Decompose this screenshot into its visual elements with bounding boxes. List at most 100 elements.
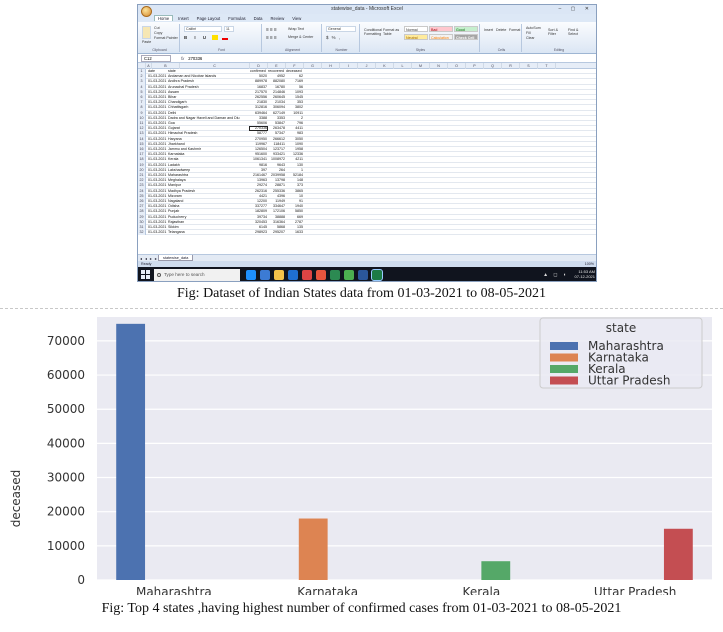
styles-group: Conditional Formatting Format as Table N…: [362, 24, 480, 52]
table-cell[interactable]: 298923: [250, 230, 267, 235]
media-icon[interactable]: [302, 270, 312, 280]
tab-review[interactable]: Review: [268, 16, 288, 21]
autosum-button[interactable]: AutoSum: [526, 26, 541, 30]
legend-swatch: [550, 365, 578, 373]
tray-icons[interactable]: ▲ ◻ ◖: [543, 272, 568, 278]
format-as-table-button[interactable]: Format as Table: [383, 28, 401, 36]
legend: state MaharashtraKarnatakaKeralaUttar Pr…: [539, 317, 703, 389]
editing-group: AutoSum Fill Clear Sort & Filter Find & …: [524, 24, 594, 52]
style-bad[interactable]: Bad: [429, 26, 453, 32]
font-name-select[interactable]: Calibri: [184, 26, 222, 32]
taskbar-clock[interactable]: 11:53 AM 07-12-2021: [575, 269, 595, 279]
alignment-group: ≡≡≡ ≡≡≡ Wrap Text Merge & Center Alignme…: [264, 24, 322, 52]
formula-input[interactable]: 270336: [188, 56, 202, 61]
paste-icon[interactable]: [142, 26, 151, 39]
y-tick-label: 20000: [47, 505, 85, 519]
find-select-button[interactable]: Find & Select: [568, 28, 586, 36]
bar-uttar-pradesh: [663, 528, 693, 580]
file-explorer-icon[interactable]: [274, 270, 284, 280]
search-icon: [157, 273, 161, 277]
windows-taskbar: Type here to search ▲ ◻ ◖ 11:53 AM 07-12…: [138, 267, 596, 281]
style-neutral[interactable]: Neutral: [404, 34, 428, 40]
edge-icon[interactable]: [260, 270, 270, 280]
task-view-icon[interactable]: [246, 270, 256, 280]
insert-cells-button[interactable]: Insert: [484, 28, 493, 32]
worksheet-grid[interactable]: ABCDEFGHIJKLMNOPQRST 1 date state confirmed…: [138, 63, 596, 254]
y-tick-label: 70000: [47, 334, 85, 348]
alignment-label: Alignment: [284, 48, 301, 52]
y-tick-label: 10000: [47, 539, 85, 553]
name-box[interactable]: C12: [141, 54, 171, 62]
ribbon-tabs: Home Insert Page Layout Formulas Data Re…: [138, 14, 596, 22]
sort-filter-button[interactable]: Sort & Filter: [548, 28, 566, 36]
sheet-tabs-bar: ◂ ◂ ▸ ▸ statewise_data: [138, 254, 596, 261]
status-text: Ready: [141, 262, 152, 266]
tab-insert[interactable]: Insert: [175, 16, 191, 21]
wrap-text-button[interactable]: Wrap Text: [288, 27, 304, 31]
clear-button[interactable]: Clear: [526, 36, 535, 40]
tab-home[interactable]: Home: [154, 15, 174, 21]
legend-entry: Uttar Pradesh: [588, 374, 670, 388]
style-check-cell[interactable]: Check Cell: [454, 34, 478, 40]
table-cell[interactable]: 295207: [268, 230, 285, 235]
number-format-select[interactable]: General: [326, 26, 356, 32]
row-number[interactable]: 32: [138, 230, 146, 236]
taskbar-search-input[interactable]: Type here to search: [154, 269, 240, 281]
font-color-icon[interactable]: [222, 35, 228, 40]
excel-taskbar-icon[interactable]: [330, 270, 340, 280]
tab-page-layout[interactable]: Page Layout: [194, 16, 224, 21]
tab-data[interactable]: Data: [251, 16, 266, 21]
legend-swatch: [550, 342, 578, 350]
y-tick-label: 0: [77, 573, 85, 587]
office-button[interactable]: [141, 6, 152, 17]
paste-label[interactable]: Paste: [142, 40, 151, 44]
table-cell[interactable]: Telangana: [168, 230, 248, 235]
style-calculation[interactable]: Calculation: [429, 34, 453, 40]
conditional-formatting-button[interactable]: Conditional Formatting: [364, 28, 382, 36]
table-cell[interactable]: 01-03-2021: [148, 230, 168, 235]
indent-icons[interactable]: ≡≡≡: [266, 35, 278, 41]
format-painter-button[interactable]: Format Painter: [154, 36, 178, 40]
windows-start-icon[interactable]: [141, 270, 151, 280]
chrome-icon[interactable]: [344, 270, 354, 280]
office-app-icon[interactable]: [316, 270, 326, 280]
excel-titlebar: statewise_data - Microsoft Excel – ▢ ✕: [138, 5, 596, 14]
delete-cells-button[interactable]: Delete: [496, 28, 506, 32]
merge-center-button[interactable]: Merge & Center: [288, 35, 313, 39]
number-format-icons[interactable]: $ % ,: [326, 35, 341, 40]
window-controls[interactable]: – ▢ ✕: [559, 6, 593, 12]
word-icon[interactable]: [358, 270, 368, 280]
y-tick-labels: 0 10000 20000 30000 40000 50000 60000 70000: [47, 334, 85, 587]
format-cells-button[interactable]: Format: [509, 28, 520, 32]
deceased-bar-chart: 0 10000 20000 30000 40000 50000 60000 70000 Mah…: [9, 317, 712, 595]
font-label: Font: [218, 48, 225, 52]
font-group: Calibri 11 B I U Font: [182, 24, 262, 52]
excel-active-icon[interactable]: [371, 269, 383, 281]
style-normal[interactable]: Normal: [404, 26, 428, 32]
x-tick-label: Karnataka: [297, 585, 358, 595]
tab-formulas[interactable]: Formulas: [225, 16, 248, 21]
tab-view[interactable]: View: [289, 16, 304, 21]
figure-separator: [0, 308, 723, 309]
fx-icon[interactable]: fx: [181, 56, 184, 61]
clipboard-group: Paste Cut Copy Format Painter Clipboard: [140, 24, 180, 52]
style-good[interactable]: Good: [454, 26, 478, 32]
font-format-buttons[interactable]: B I U: [184, 35, 209, 40]
formula-bar: C12 fx 270336: [138, 54, 596, 63]
copy-button[interactable]: Copy: [154, 31, 162, 35]
table-cell[interactable]: 1633: [286, 230, 303, 235]
clock-date: 07-12-2021: [574, 274, 595, 279]
fill-color-icon[interactable]: [212, 35, 218, 40]
cut-button[interactable]: Cut: [154, 26, 160, 30]
selected-cell[interactable]: [249, 126, 268, 132]
x-tick-label: Uttar Pradesh: [594, 585, 676, 595]
bar-karnataka: [298, 518, 328, 580]
align-icons[interactable]: ≡≡≡: [266, 27, 278, 33]
font-size-select[interactable]: 11: [224, 26, 234, 32]
y-tick-label: 50000: [47, 402, 85, 416]
bar-maharashtra: [116, 323, 146, 580]
bar-kerala: [481, 561, 511, 580]
fill-button[interactable]: Fill: [526, 31, 531, 35]
store-icon[interactable]: [288, 270, 298, 280]
styles-label: Styles: [415, 48, 426, 52]
